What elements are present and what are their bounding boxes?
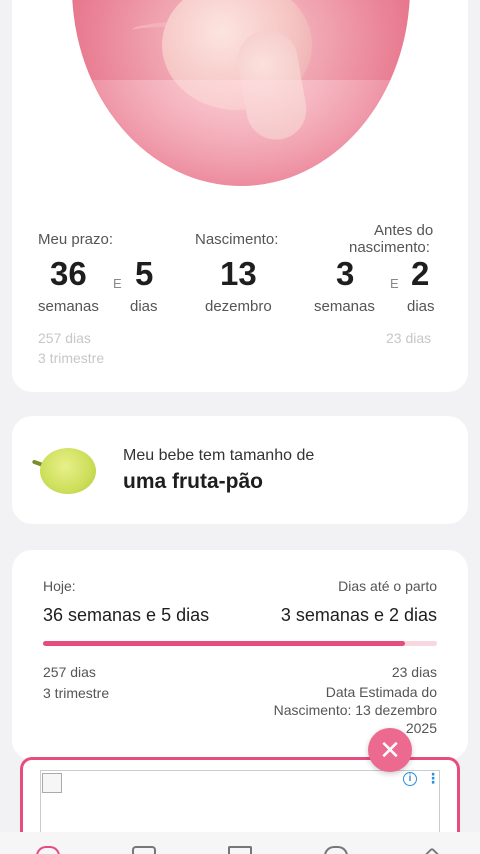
days-number: 5 bbox=[135, 255, 154, 292]
and-separator-2: E bbox=[390, 276, 399, 291]
weeks-unit: semanas bbox=[38, 298, 99, 315]
info-icon[interactable]: i bbox=[403, 772, 417, 786]
before-birth-label-2: nascimento: bbox=[349, 239, 430, 256]
baby-size-intro: Meu bebe tem tamanho de bbox=[123, 447, 315, 464]
nav-calendar-icon[interactable] bbox=[228, 846, 252, 854]
remaining-days-number: 2 bbox=[411, 255, 430, 292]
today-label: Hoje: bbox=[43, 578, 76, 594]
progress-days-left: 23 dias bbox=[391, 664, 437, 680]
today-value: 36 semanas e 5 dias bbox=[43, 605, 210, 625]
total-days-faint: 257 dias bbox=[38, 330, 91, 346]
ad-content[interactable] bbox=[40, 770, 440, 840]
broken-image-icon bbox=[42, 773, 62, 793]
weeks-number: 36 bbox=[50, 255, 87, 292]
estimated-date-line-2: Nascimento: 13 dezembro bbox=[273, 702, 437, 718]
until-birth-value: 3 semanas e 2 dias bbox=[280, 605, 437, 625]
due-label: Meu prazo: bbox=[38, 231, 114, 248]
progress-days: 257 dias bbox=[43, 664, 96, 680]
baby-size-fruit-name: uma fruta-pão bbox=[123, 470, 264, 493]
trimester-faint: 3 trimestre bbox=[38, 350, 105, 366]
estimated-date-line-3: 2025 bbox=[405, 720, 437, 736]
close-ad-button[interactable]: ✕ bbox=[368, 728, 412, 772]
progress-trimester: 3 trimestre bbox=[43, 685, 110, 701]
fetus-glow bbox=[72, 80, 410, 186]
before-birth-label-1: Antes do bbox=[374, 222, 434, 239]
birth-label: Nascimento: bbox=[195, 231, 279, 248]
more-vert-icon[interactable]: ⋮ bbox=[426, 771, 440, 785]
remaining-days-unit: dias bbox=[407, 298, 435, 315]
remaining-weeks-number: 3 bbox=[336, 255, 355, 292]
breadfruit-icon bbox=[40, 448, 96, 494]
pregnancy-progress-bar bbox=[43, 641, 437, 646]
birth-day: 13 bbox=[220, 255, 257, 292]
days-left-faint: 23 dias bbox=[386, 330, 432, 346]
nav-chat-icon[interactable] bbox=[132, 846, 156, 854]
and-separator: E bbox=[113, 276, 122, 291]
days-unit: dias bbox=[130, 298, 158, 315]
estimated-date-line-1: Data Estimada do bbox=[325, 684, 437, 700]
pregnancy-progress-fill bbox=[43, 641, 405, 646]
close-icon: ✕ bbox=[379, 735, 401, 765]
fetus-illustration bbox=[72, 0, 410, 186]
until-birth-label: Dias até o parto bbox=[338, 578, 437, 594]
birth-month: dezembro bbox=[205, 298, 272, 315]
remaining-weeks-unit: semanas bbox=[314, 298, 375, 315]
